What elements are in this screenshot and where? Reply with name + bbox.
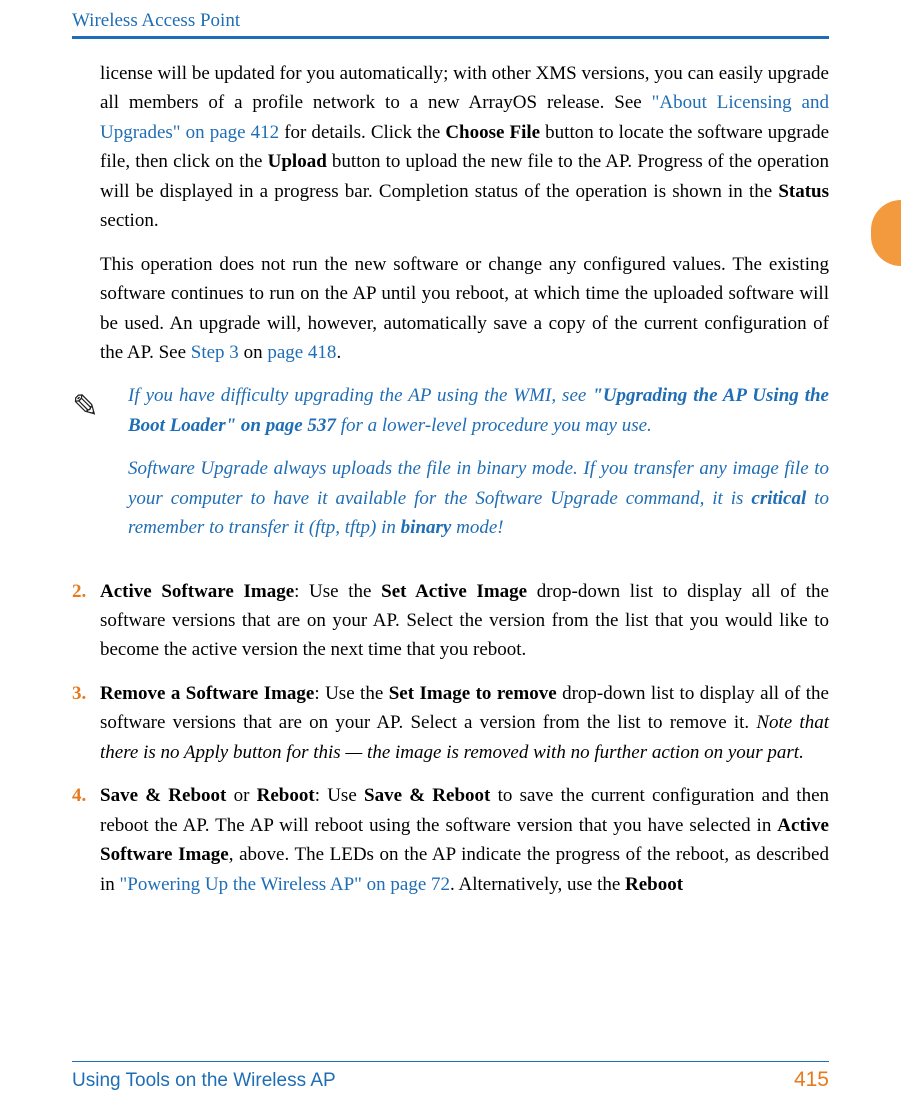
label-binary: binary <box>401 517 452 538</box>
text: on <box>239 342 268 363</box>
text: : Use the <box>294 581 381 602</box>
list-item-3: 3. Remove a Software Image: Use the Set … <box>72 679 829 767</box>
label-set-image-to-remove: Set Image to remove <box>389 683 557 704</box>
page-footer: Using Tools on the Wireless AP 415 <box>72 1061 829 1092</box>
link-step-3[interactable]: Step 3 <box>191 342 239 363</box>
list-item-4: 4. Save & Reboot or Reboot: Use Save & R… <box>72 781 829 899</box>
text: mode! <box>451 517 503 538</box>
note-paragraph-2: Software Upgrade always uploads the file… <box>128 454 829 542</box>
list-body-2: Active Software Image: Use the Set Activ… <box>100 577 829 665</box>
pencil-note-icon: ✎ <box>72 387 99 556</box>
footer-page-number: 415 <box>794 1068 829 1092</box>
text: Software Upgrade always uploads the file… <box>128 458 829 508</box>
label-upload: Upload <box>268 151 327 172</box>
text: : Use <box>315 785 364 806</box>
list-number-2: 2. <box>72 577 100 665</box>
label-remove-software-image: Remove a Software Image <box>100 683 314 704</box>
label-choose-file: Choose File <box>445 122 540 143</box>
text: . <box>336 342 341 363</box>
text: If you have difficulty upgrading the AP … <box>128 385 592 406</box>
text: for a lower-level procedure you may use. <box>336 415 652 436</box>
page-header-title: Wireless Access Point <box>72 10 829 32</box>
page-container: Wireless Access Point license will be up… <box>0 0 901 933</box>
label-active-software-image: Active Software Image <box>100 581 294 602</box>
text: : Use the <box>314 683 388 704</box>
text: for details. Click the <box>279 122 445 143</box>
list-number-3: 3. <box>72 679 100 767</box>
list-body-3: Remove a Software Image: Use the Set Ima… <box>100 679 829 767</box>
note-block: ✎ If you have difficulty upgrading the A… <box>72 381 829 556</box>
label-reboot-end: Reboot <box>625 874 683 895</box>
list-body-4: Save & Reboot or Reboot: Use Save & Rebo… <box>100 781 829 899</box>
label-status: Status <box>778 181 829 202</box>
label-set-active-image: Set Active Image <box>381 581 527 602</box>
header-rule <box>72 36 829 39</box>
link-powering-up[interactable]: "Powering Up the Wireless AP" on page 72 <box>120 874 451 895</box>
link-page-418[interactable]: page 418 <box>267 342 336 363</box>
note-content: If you have difficulty upgrading the AP … <box>128 381 829 556</box>
paragraph-operation: This operation does not run the new soft… <box>100 250 829 368</box>
note-icon-column: ✎ <box>72 381 128 556</box>
label-reboot: Reboot <box>257 785 315 806</box>
text: section. <box>100 210 159 231</box>
list-number-4: 4. <box>72 781 100 899</box>
footer-section-title: Using Tools on the Wireless AP <box>72 1070 336 1092</box>
text: or <box>226 785 256 806</box>
text: . Alternatively, use the <box>450 874 625 895</box>
label-save-reboot-2: Save & Reboot <box>364 785 490 806</box>
list-item-2: 2. Active Software Image: Use the Set Ac… <box>72 577 829 665</box>
label-critical: critical <box>751 488 806 509</box>
paragraph-license: license will be updated for you automati… <box>100 59 829 236</box>
label-save-reboot: Save & Reboot <box>100 785 226 806</box>
note-paragraph-1: If you have difficulty upgrading the AP … <box>128 381 829 440</box>
